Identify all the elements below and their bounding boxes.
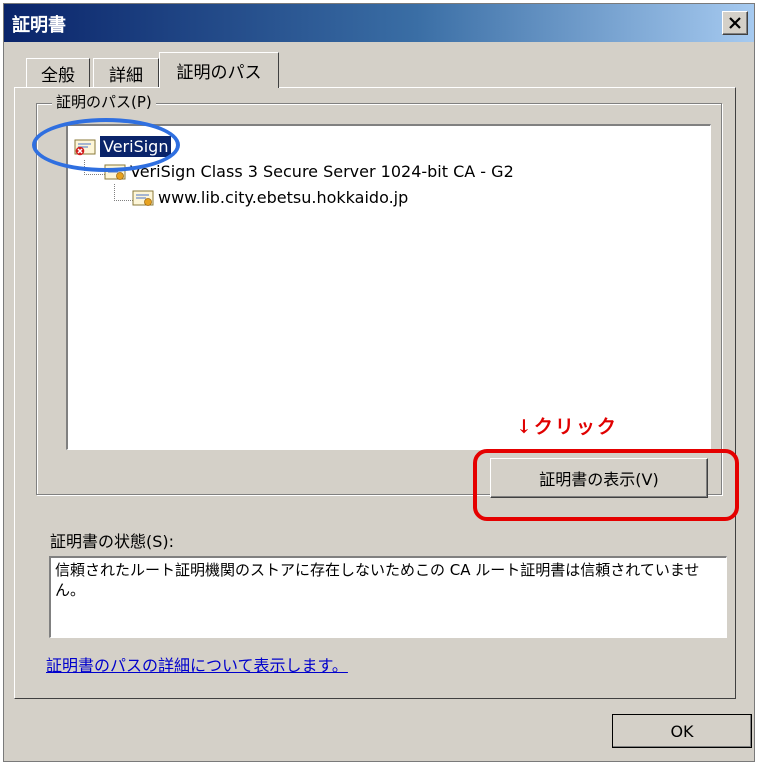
tab-certification-path[interactable]: 証明のパス <box>159 52 279 88</box>
certificate-icon <box>132 190 154 206</box>
ok-button[interactable]: OK <box>612 714 752 748</box>
tab-details[interactable]: 詳細 <box>93 58 159 88</box>
tab-details-label: 詳細 <box>109 66 143 86</box>
certification-path-label: 証明のパス(P) <box>52 91 156 112</box>
ok-label: OK <box>670 721 694 741</box>
close-icon <box>729 17 741 29</box>
certificate-status-text[interactable]: 信頼されたルート証明機関のストアに存在しないためこの CA ルート証明書は信頼さ… <box>49 556 727 638</box>
tab-certification-path-label: 証明のパス <box>176 63 262 83</box>
window-title: 証明書 <box>12 15 66 36</box>
certificate-status-label: 証明書の状態(S): <box>50 532 175 551</box>
annotation-highlight-box <box>473 449 739 521</box>
tab-general[interactable]: 全般 <box>26 58 90 88</box>
annotation-click-hint: ↓クリック <box>516 416 618 438</box>
path-details-link[interactable]: 証明書のパスの詳細について表示します。 <box>46 652 348 676</box>
close-button[interactable] <box>722 11 748 35</box>
title-bar[interactable]: 証明書 <box>4 4 754 42</box>
tree-node-leaf[interactable]: www.lib.city.ebetsu.hokkaido.jp <box>132 188 408 207</box>
annotation-ellipse <box>32 118 180 172</box>
tab-general-label: 全般 <box>41 66 75 86</box>
tree-node-label: VeriSign Class 3 Secure Server 1024-bit … <box>130 162 514 181</box>
tree-node-label: www.lib.city.ebetsu.hokkaido.jp <box>158 188 409 207</box>
tree-connector <box>114 184 133 201</box>
tree-node-intermediate[interactable]: VeriSign Class 3 Secure Server 1024-bit … <box>104 162 514 181</box>
certification-path-tree[interactable]: VeriSign VeriSign Class 3 Secure Server … <box>66 124 711 450</box>
